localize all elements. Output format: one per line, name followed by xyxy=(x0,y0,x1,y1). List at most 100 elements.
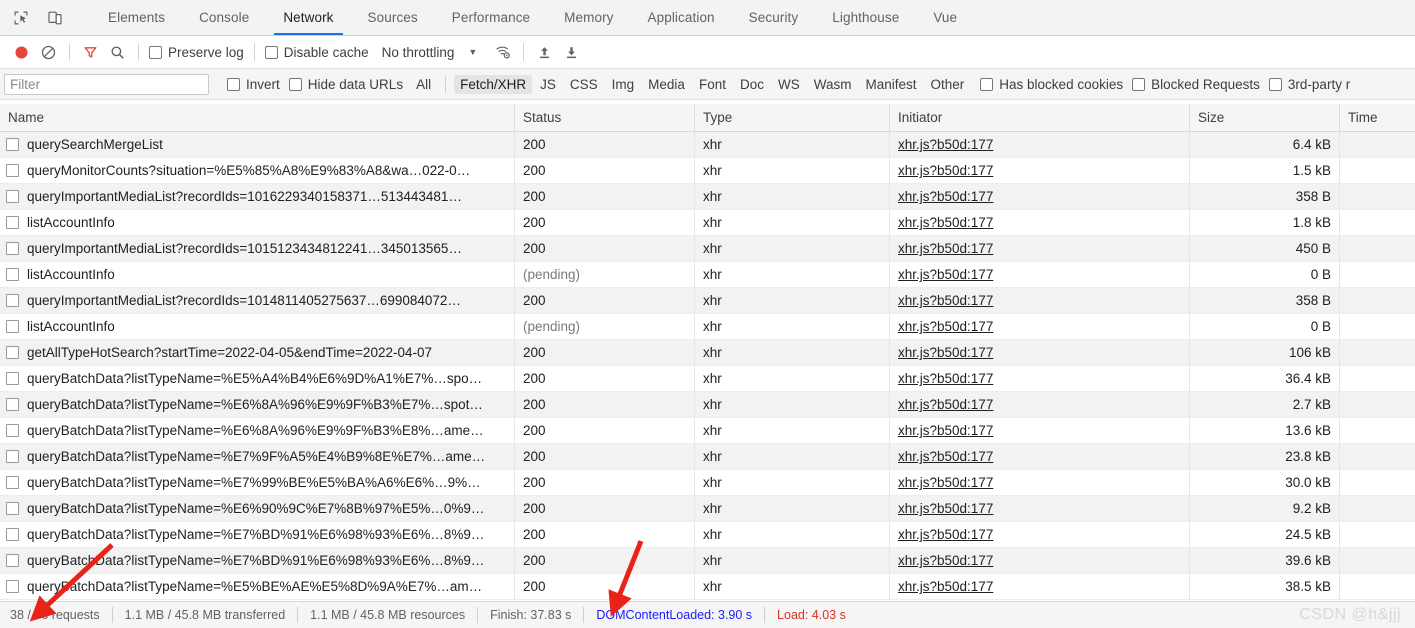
cell-initiator-text[interactable]: xhr.js?b50d:177 xyxy=(898,553,993,568)
cell-initiator-text[interactable]: xhr.js?b50d:177 xyxy=(898,501,993,516)
filter-type-other[interactable]: Other xyxy=(925,75,971,94)
cell-initiator-text[interactable]: xhr.js?b50d:177 xyxy=(898,371,993,386)
table-row[interactable]: queryBatchData?listTypeName=%E6%90%9C%E7… xyxy=(0,496,1415,522)
filter-type-doc[interactable]: Doc xyxy=(734,75,770,94)
table-row[interactable]: queryImportantMediaList?recordIds=101622… xyxy=(0,184,1415,210)
has-blocked-cookies-checkbox[interactable]: Has blocked cookies xyxy=(980,77,1123,92)
cell-initiator-text[interactable]: xhr.js?b50d:177 xyxy=(898,189,993,204)
tab-network[interactable]: Network xyxy=(266,0,350,35)
table-row[interactable]: queryBatchData?listTypeName=%E7%BD%91%E6… xyxy=(0,522,1415,548)
clear-icon[interactable] xyxy=(35,39,62,65)
hide-data-urls-checkbox[interactable]: Hide data URLs xyxy=(288,77,403,92)
column-header-name[interactable]: Name xyxy=(0,104,515,131)
search-icon[interactable] xyxy=(104,39,131,65)
cell-initiator-text[interactable]: xhr.js?b50d:177 xyxy=(898,293,993,308)
tab-security[interactable]: Security xyxy=(732,0,816,35)
cell-initiator-text[interactable]: xhr.js?b50d:177 xyxy=(898,137,993,152)
cell-name[interactable]: queryBatchData?listTypeName=%E6%90%9C%E7… xyxy=(0,496,515,521)
cell-name[interactable]: queryBatchData?listTypeName=%E7%9F%A5%E4… xyxy=(0,444,515,469)
row-checkbox[interactable] xyxy=(6,476,19,489)
table-row[interactable]: queryBatchData?listTypeName=%E5%BE%AE%E5… xyxy=(0,574,1415,600)
cell-initiator-text[interactable]: xhr.js?b50d:177 xyxy=(898,319,993,334)
checkbox-box[interactable] xyxy=(288,77,302,91)
row-checkbox[interactable] xyxy=(6,164,19,177)
tab-application[interactable]: Application xyxy=(631,0,732,35)
cell-name[interactable]: queryMonitorCounts?situation=%E5%85%A8%E… xyxy=(0,158,515,183)
cell-initiator-text[interactable]: xhr.js?b50d:177 xyxy=(898,423,993,438)
cell-initiator-text[interactable]: xhr.js?b50d:177 xyxy=(898,267,993,282)
export-har-icon[interactable] xyxy=(558,39,585,65)
cell-initiator-text[interactable]: xhr.js?b50d:177 xyxy=(898,241,993,256)
chevron-down-icon[interactable]: ▼ xyxy=(468,47,477,57)
table-row[interactable]: queryBatchData?listTypeName=%E7%9F%A5%E4… xyxy=(0,444,1415,470)
filter-type-ws[interactable]: WS xyxy=(772,75,806,94)
filter-type-wasm[interactable]: Wasm xyxy=(808,75,858,94)
disable-cache-checkbox[interactable]: Disable cache xyxy=(262,45,372,60)
cell-initiator-text[interactable]: xhr.js?b50d:177 xyxy=(898,527,993,542)
inspect-element-icon[interactable] xyxy=(8,5,34,31)
row-checkbox[interactable] xyxy=(6,320,19,333)
row-checkbox[interactable] xyxy=(6,580,19,593)
cell-name[interactable]: listAccountInfo xyxy=(0,314,515,339)
tab-lighthouse[interactable]: Lighthouse xyxy=(815,0,916,35)
row-checkbox[interactable] xyxy=(6,554,19,567)
cell-name[interactable]: getAllTypeHotSearch?startTime=2022-04-05… xyxy=(0,340,515,365)
cell-name[interactable]: queryImportantMediaList?recordIds=101512… xyxy=(0,236,515,261)
row-checkbox[interactable] xyxy=(6,242,19,255)
blocked-requests-checkbox[interactable]: Blocked Requests xyxy=(1132,77,1260,92)
row-checkbox[interactable] xyxy=(6,190,19,203)
third-party-requests-checkbox[interactable]: 3rd-party r xyxy=(1268,77,1350,92)
table-row[interactable]: queryImportantMediaList?recordIds=101481… xyxy=(0,288,1415,314)
cell-initiator-text[interactable]: xhr.js?b50d:177 xyxy=(898,163,993,178)
throttling-select[interactable]: No throttling xyxy=(382,45,455,60)
row-checkbox[interactable] xyxy=(6,424,19,437)
cell-name[interactable]: queryBatchData?listTypeName=%E5%BE%AE%E5… xyxy=(0,574,515,599)
table-row[interactable]: queryBatchData?listTypeName=%E7%BD%91%E6… xyxy=(0,548,1415,574)
cell-name[interactable]: queryBatchData?listTypeName=%E6%8A%96%E9… xyxy=(0,392,515,417)
table-row[interactable]: queryImportantMediaList?recordIds=101512… xyxy=(0,236,1415,262)
filter-type-fetch-xhr[interactable]: Fetch/XHR xyxy=(454,74,533,94)
table-row[interactable]: listAccountInfo (pending) xhr xhr.js?b50d:1… xyxy=(0,262,1415,288)
row-checkbox[interactable] xyxy=(6,294,19,307)
cell-initiator-text[interactable]: xhr.js?b50d:177 xyxy=(898,475,993,490)
row-checkbox[interactable] xyxy=(6,346,19,359)
cell-initiator-text[interactable]: xhr.js?b50d:177 xyxy=(898,579,993,594)
filter-type-manifest[interactable]: Manifest xyxy=(859,75,922,94)
column-header-status[interactable]: Status xyxy=(515,104,695,131)
cell-name[interactable]: listAccountInfo xyxy=(0,262,515,287)
cell-initiator-text[interactable]: xhr.js?b50d:177 xyxy=(898,345,993,360)
table-row[interactable]: listAccountInfo 200 xhr xhr.js?b50d:177 1.8 … xyxy=(0,210,1415,236)
checkbox-box[interactable] xyxy=(1268,77,1282,91)
cell-name[interactable]: queryBatchData?listTypeName=%E7%99%BE%E5… xyxy=(0,470,515,495)
table-row[interactable]: queryMonitorCounts?situation=%E5%85%A8%E… xyxy=(0,158,1415,184)
row-checkbox[interactable] xyxy=(6,216,19,229)
cell-initiator-text[interactable]: xhr.js?b50d:177 xyxy=(898,215,993,230)
filter-type-media[interactable]: Media xyxy=(642,75,691,94)
invert-checkbox[interactable]: Invert xyxy=(227,77,280,92)
device-toolbar-icon[interactable] xyxy=(42,5,68,31)
cell-initiator-text[interactable]: xhr.js?b50d:177 xyxy=(898,397,993,412)
cell-name[interactable]: listAccountInfo xyxy=(0,210,515,235)
cell-name[interactable]: queryBatchData?listTypeName=%E6%8A%96%E9… xyxy=(0,418,515,443)
checkbox-box[interactable] xyxy=(264,45,278,59)
table-row[interactable]: queryBatchData?listTypeName=%E5%A4%B4%E6… xyxy=(0,366,1415,392)
filter-type-css[interactable]: CSS xyxy=(564,75,604,94)
column-header-size[interactable]: Size xyxy=(1190,104,1340,131)
row-checkbox[interactable] xyxy=(6,502,19,515)
import-har-icon[interactable] xyxy=(531,39,558,65)
tab-elements[interactable]: Elements xyxy=(91,0,182,35)
record-stop-icon[interactable] xyxy=(8,39,35,65)
tab-performance[interactable]: Performance xyxy=(435,0,547,35)
filter-input[interactable] xyxy=(4,73,209,95)
filter-type-font[interactable]: Font xyxy=(693,75,732,94)
checkbox-box[interactable] xyxy=(227,77,240,91)
tab-sources[interactable]: Sources xyxy=(351,0,435,35)
checkbox-box[interactable] xyxy=(980,77,994,91)
table-row[interactable]: queryBatchData?listTypeName=%E6%8A%96%E9… xyxy=(0,418,1415,444)
row-checkbox[interactable] xyxy=(6,398,19,411)
preserve-log-checkbox[interactable]: Preserve log xyxy=(146,45,247,60)
table-row[interactable]: listAccountInfo (pending) xhr xhr.js?b50d:1… xyxy=(0,314,1415,340)
column-header-type[interactable]: Type xyxy=(695,104,890,131)
cell-name[interactable]: queryImportantMediaList?recordIds=101481… xyxy=(0,288,515,313)
cell-name[interactable]: querySearchMergeList xyxy=(0,132,515,157)
